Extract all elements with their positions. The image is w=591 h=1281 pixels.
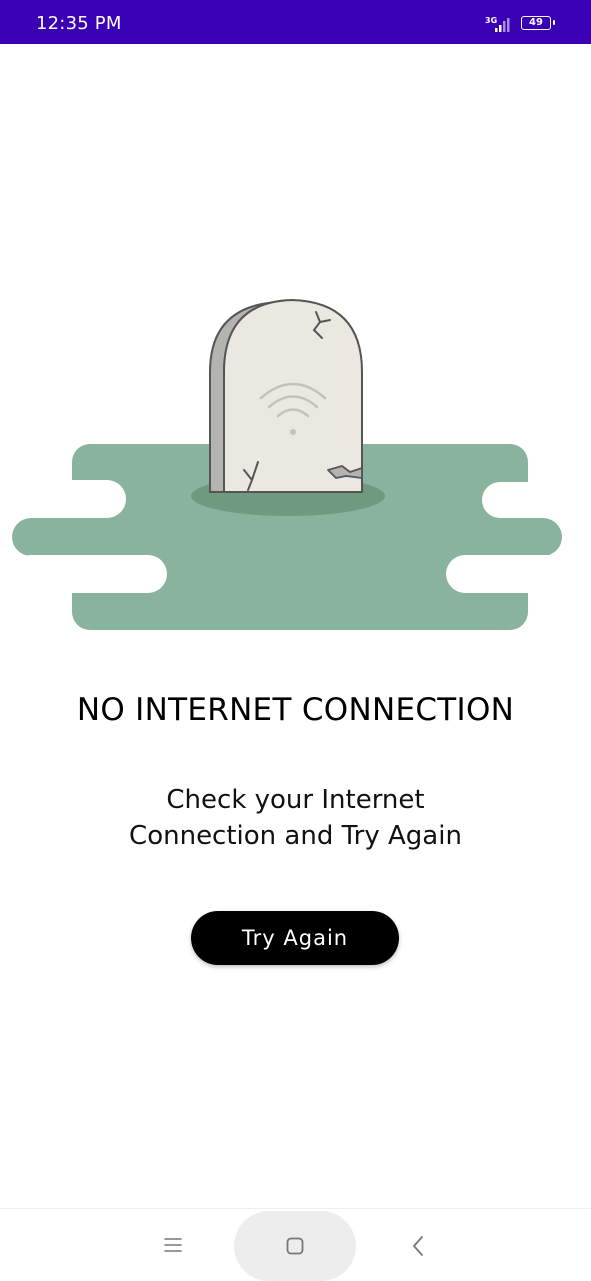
home-icon[interactable]: [286, 1237, 304, 1255]
navigation-bar: [0, 1208, 591, 1281]
try-again-button[interactable]: Try Again: [191, 911, 399, 965]
message-line-2: Connection and Try Again: [129, 821, 462, 851]
message-text: Check your Internet Connection and Try A…: [0, 782, 591, 854]
message-line-1: Check your Internet: [166, 785, 425, 815]
battery-icon: 49: [521, 16, 555, 30]
status-time: 12:35 PM: [36, 13, 122, 34]
battery-level: 49: [529, 17, 543, 28]
status-bar: 12:35 PM 3G 49: [0, 0, 591, 44]
menu-icon[interactable]: [164, 1237, 182, 1253]
back-icon[interactable]: [410, 1235, 426, 1257]
page-title: NO INTERNET CONNECTION: [76, 692, 515, 728]
tombstone-wifi-icon: [12, 299, 582, 630]
signal-icon: [495, 18, 510, 32]
